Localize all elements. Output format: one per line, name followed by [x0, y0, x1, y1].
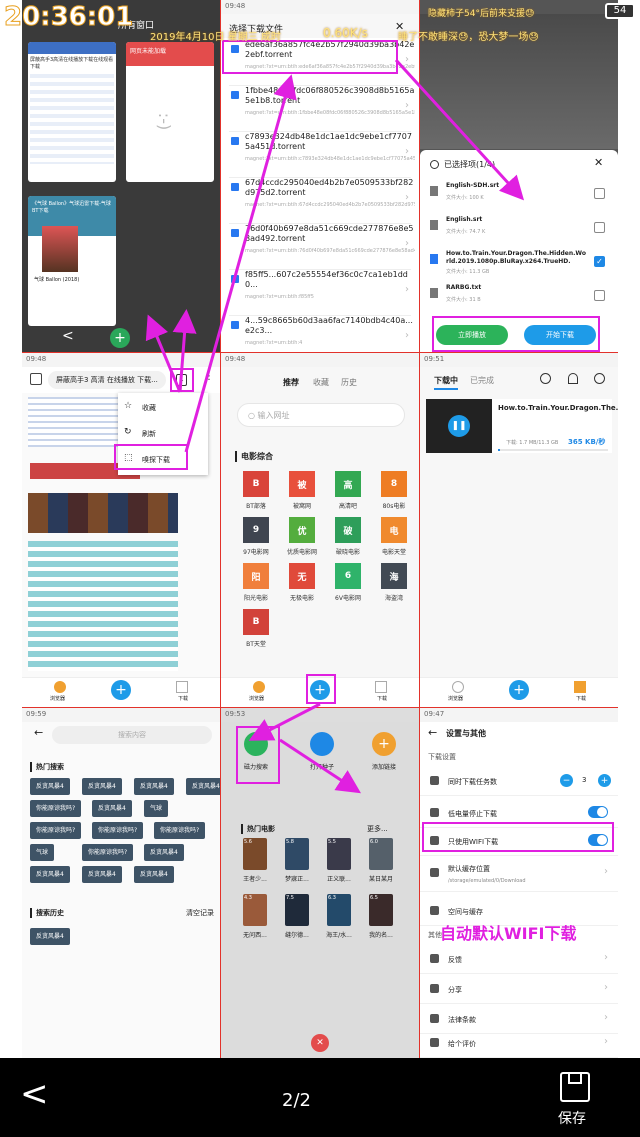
back-arrow-icon[interactable]: <: [20, 1074, 49, 1114]
overlay-battery-note: 隐藏柿子54°后前来支援😓: [428, 9, 535, 19]
wifi-annotation: 自动默认WIFI下载: [440, 924, 577, 943]
bottom-bar: < 2/2 保存: [0, 1058, 640, 1137]
save-icon[interactable]: [560, 1072, 590, 1102]
overlay-battery: 54: [605, 3, 635, 19]
annotation-arrows: [145, 58, 525, 794]
overlay-time: 20:36:01: [3, 2, 134, 33]
save-label[interactable]: 保存: [558, 1108, 586, 1128]
page-indicator: 2/2: [282, 1090, 311, 1111]
overlay-sleep-note: 睡了不敢睡深😓，恐大梦一场😓: [398, 32, 539, 43]
overlay-date: 2019年4月10日 星期三 成时: [150, 32, 281, 43]
overlay-speed: 0.60K/s: [323, 26, 368, 40]
